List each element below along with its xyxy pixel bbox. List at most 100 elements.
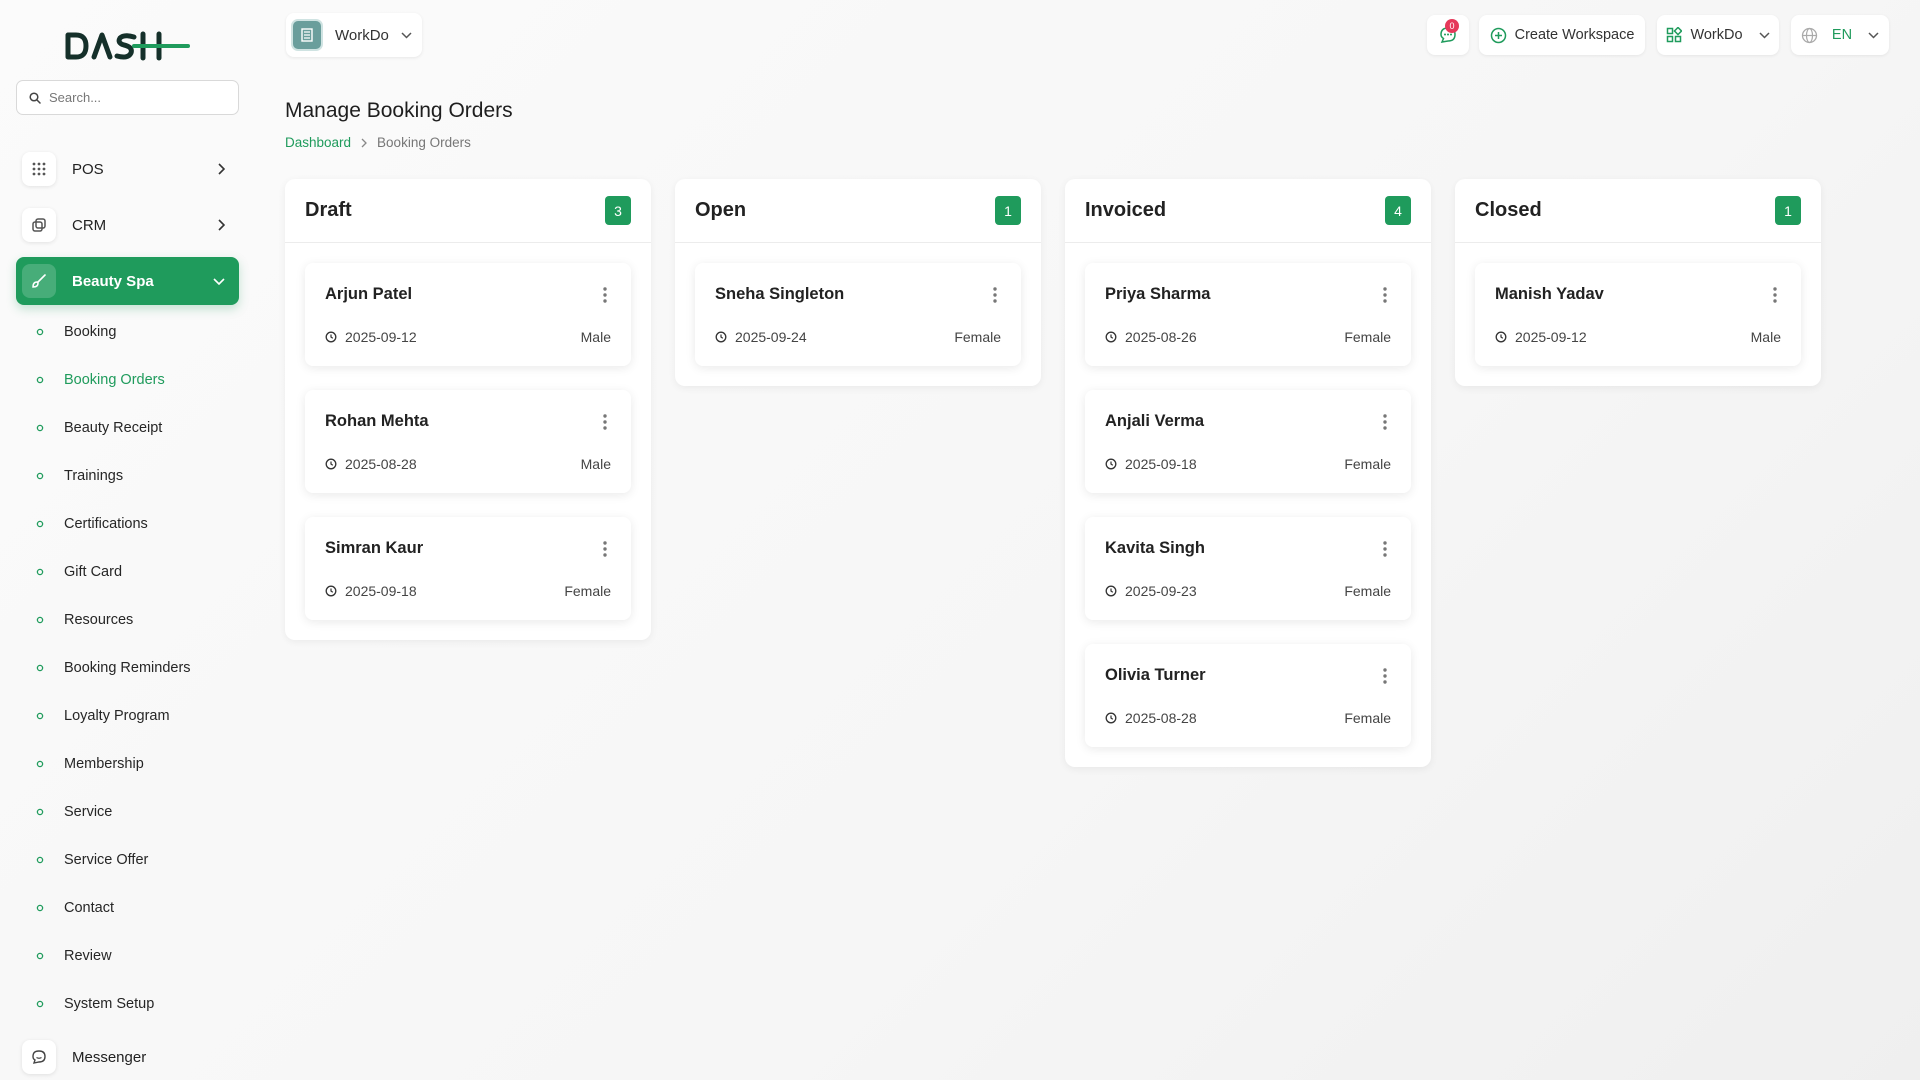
booking-date: 2025-09-24 <box>715 329 807 345</box>
sidebar-subitem-label: Membership <box>64 756 144 772</box>
clock-icon <box>1105 712 1117 724</box>
date-text: 2025-09-18 <box>345 583 417 599</box>
kanban-column: Closed 1 Manish Yadav 2025-09-12 Male <box>1455 179 1821 386</box>
sidebar-subitem[interactable]: Service <box>36 799 112 825</box>
clock-icon <box>325 458 337 470</box>
more-options-icon[interactable] <box>1383 541 1387 557</box>
sidebar-item-pos[interactable]: POS <box>16 145 239 193</box>
sidebar-subitem[interactable]: Contact <box>36 895 114 921</box>
booking-date: 2025-09-18 <box>325 583 417 599</box>
bullet-icon <box>36 568 44 576</box>
chat-icon <box>22 1040 56 1074</box>
booking-card[interactable]: Arjun Patel 2025-09-12 Male <box>305 263 631 366</box>
column-count-badge: 1 <box>995 196 1021 225</box>
booking-card[interactable]: Kavita Singh 2025-09-23 Female <box>1085 517 1411 620</box>
sidebar-subitem[interactable]: Loyalty Program <box>36 703 170 729</box>
more-options-icon[interactable] <box>603 414 607 430</box>
sidebar-subitem[interactable]: Membership <box>36 751 144 777</box>
booking-card[interactable]: Priya Sharma 2025-08-26 Female <box>1085 263 1411 366</box>
breadcrumb: Dashboard Booking Orders <box>285 135 471 150</box>
booking-date: 2025-08-26 <box>1105 329 1197 345</box>
sidebar-subitem[interactable]: Resources <box>36 607 133 633</box>
clock-icon <box>1105 458 1117 470</box>
language-button[interactable]: EN <box>1791 15 1889 55</box>
booking-card[interactable]: Manish Yadav 2025-09-12 Male <box>1475 263 1801 366</box>
column-title: Invoiced <box>1085 199 1167 221</box>
sidebar-item-crm[interactable]: CRM <box>16 201 239 249</box>
sidebar-subitem[interactable]: Trainings <box>36 463 123 489</box>
sidebar-subitem[interactable]: System Setup <box>36 991 154 1017</box>
chevron-right-icon <box>217 163 225 175</box>
notifications-button[interactable]: 0 <box>1427 15 1469 55</box>
sidebar-subitem[interactable]: Beauty Receipt <box>36 415 162 441</box>
sidebar-subitem[interactable]: Booking <box>36 319 116 345</box>
brush-icon <box>22 264 56 298</box>
grid-icon <box>22 152 56 186</box>
create-workspace-label: Create Workspace <box>1514 27 1635 43</box>
more-options-icon[interactable] <box>603 287 607 303</box>
sidebar-subitem[interactable]: Service Offer <box>36 847 148 873</box>
more-options-icon[interactable] <box>1383 287 1387 303</box>
date-text: 2025-09-24 <box>735 329 807 345</box>
gender-text: Female <box>1344 710 1391 726</box>
bullet-icon <box>36 616 44 624</box>
date-text: 2025-09-18 <box>1125 456 1197 472</box>
search-input[interactable] <box>49 90 229 105</box>
booking-card[interactable]: Olivia Turner 2025-08-28 Female <box>1085 644 1411 747</box>
sidebar-subitem-label: Gift Card <box>64 564 123 580</box>
gender-text: Female <box>564 583 611 599</box>
more-options-icon[interactable] <box>1383 414 1387 430</box>
gender-text: Male <box>1750 329 1781 345</box>
sidebar-item-beauty-spa[interactable]: Beauty Spa <box>16 257 239 305</box>
customer-name: Kavita Singh <box>1105 539 1205 557</box>
more-options-icon[interactable] <box>1383 668 1387 684</box>
sidebar-item-label: POS <box>72 160 104 178</box>
sidebar-subitem-label: Trainings <box>64 468 124 484</box>
sidebar-subitem[interactable]: Booking Reminders <box>36 655 191 681</box>
sidebar: POS CRM Beauty Spa Booking Booking Orders… <box>0 0 250 1080</box>
more-options-icon[interactable] <box>1773 287 1777 303</box>
workspace-menu-button[interactable]: WorkDo <box>1657 15 1779 55</box>
gender-text: Female <box>1344 456 1391 472</box>
breadcrumb-dashboard-link[interactable]: Dashboard <box>285 135 351 150</box>
date-text: 2025-09-12 <box>345 329 417 345</box>
sidebar-subitem-label: Certifications <box>64 516 148 532</box>
chevron-right-icon <box>361 138 367 148</box>
breadcrumb-current: Booking Orders <box>377 135 471 150</box>
more-options-icon[interactable] <box>993 287 997 303</box>
booking-card[interactable]: Anjali Verma 2025-09-18 Female <box>1085 390 1411 493</box>
apps-icon <box>1666 27 1683 43</box>
customer-name: Simran Kaur <box>325 539 424 557</box>
bullet-icon <box>36 376 44 384</box>
workspace-label: WorkDo <box>335 26 389 44</box>
booking-card[interactable]: Sneha Singleton 2025-09-24 Female <box>695 263 1021 366</box>
date-text: 2025-08-28 <box>1125 710 1197 726</box>
search-icon <box>29 91 41 104</box>
sidebar-item-messenger[interactable]: Messenger <box>22 1040 146 1074</box>
date-text: 2025-09-12 <box>1515 329 1587 345</box>
sidebar-subitem-label: Loyalty Program <box>64 708 170 724</box>
sidebar-subitem[interactable]: Certifications <box>36 511 148 537</box>
sidebar-subitem[interactable]: Gift Card <box>36 559 122 585</box>
column-title: Closed <box>1475 199 1542 221</box>
workspace-switcher[interactable]: WorkDo <box>286 13 422 57</box>
sidebar-subitem[interactable]: Booking Orders <box>36 367 165 393</box>
bullet-icon <box>36 808 44 816</box>
workspace-menu-label: WorkDo <box>1690 27 1743 43</box>
gender-text: Male <box>580 329 611 345</box>
sidebar-subitem-label: Resources <box>64 612 134 628</box>
more-options-icon[interactable] <box>603 541 607 557</box>
booking-date: 2025-08-28 <box>325 456 417 472</box>
create-workspace-button[interactable]: Create Workspace <box>1479 15 1645 55</box>
search-box[interactable] <box>16 80 239 115</box>
dash-logo[interactable] <box>64 30 190 62</box>
kanban-column: Draft 3 Arjun Patel 2025-09-12 Male Rohan Meh… <box>285 179 651 640</box>
globe-icon <box>1801 27 1818 44</box>
customer-name: Rohan Mehta <box>325 412 429 430</box>
booking-card[interactable]: Simran Kaur 2025-09-18 Female <box>305 517 631 620</box>
booking-card[interactable]: Rohan Mehta 2025-08-28 Male <box>305 390 631 493</box>
sidebar-subitem-label: Service <box>64 804 113 820</box>
sidebar-subitem[interactable]: Review <box>36 943 112 969</box>
booking-date: 2025-09-23 <box>1105 583 1197 599</box>
column-title: Open <box>695 199 747 221</box>
